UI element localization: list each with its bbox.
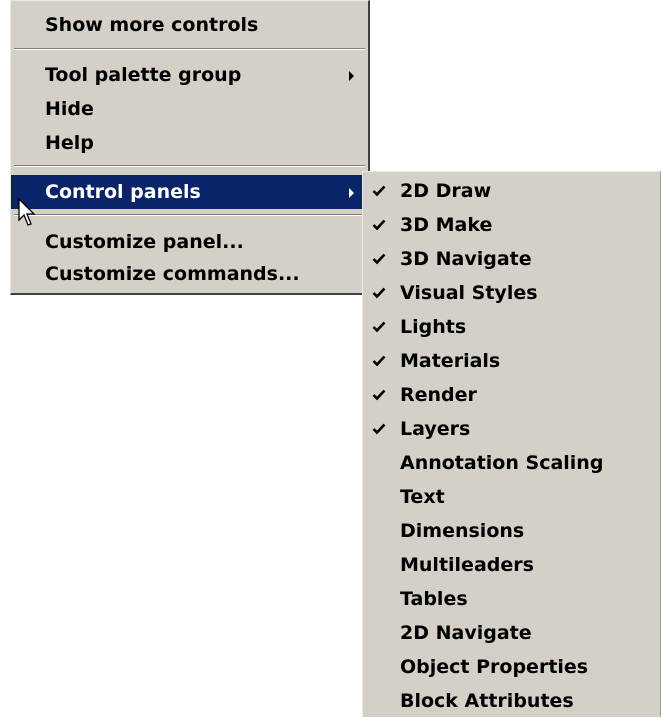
submenu-item-object-properties[interactable]: Object Properties: [363, 650, 660, 684]
menu-item-label: Customize panel...: [45, 231, 244, 253]
checkmark-icon: [372, 423, 386, 435]
submenu-item-label: Multileaders: [400, 554, 534, 576]
submenu-item-label: Dimensions: [400, 520, 525, 542]
submenu-item-visual-styles[interactable]: Visual Styles: [363, 276, 660, 310]
submenu-item-text[interactable]: Text: [363, 480, 660, 514]
checkmark-icon: [372, 253, 386, 265]
menu-item-label: Tool palette group: [45, 64, 242, 86]
menu-item-tool-palette-group[interactable]: Tool palette group: [11, 58, 368, 92]
menu-item-hide[interactable]: Hide: [11, 92, 368, 126]
submenu-item-block-attributes[interactable]: Block Attributes: [363, 684, 660, 718]
menu-item-customize-commands[interactable]: Customize commands...: [11, 257, 368, 291]
checkmark-icon: [372, 287, 386, 299]
control-panels-submenu: 2D Draw 3D Make 3D Navigate Visual Styles Li…: [362, 171, 661, 717]
submenu-item-layers[interactable]: Layers: [363, 412, 660, 446]
submenu-item-2d-draw[interactable]: 2D Draw: [363, 174, 660, 208]
context-menu: Show more controls Tool palette group Hi…: [10, 0, 370, 295]
checkmark-icon: [372, 185, 386, 197]
submenu-item-label: 3D Make: [400, 214, 493, 236]
menu-item-label: Show more controls: [45, 14, 259, 36]
submenu-item-label: Visual Styles: [400, 282, 538, 304]
menu-item-show-more-controls[interactable]: Show more controls: [11, 8, 368, 42]
submenu-item-label: Render: [400, 384, 477, 406]
checkmark-icon: [372, 389, 386, 401]
submenu-item-label: 2D Navigate: [400, 622, 532, 644]
menu-item-control-panels[interactable]: Control panels: [11, 175, 368, 209]
submenu-item-lights[interactable]: Lights: [363, 310, 660, 344]
checkmark-icon: [372, 355, 386, 367]
menu-item-label: Help: [45, 132, 94, 154]
menu-item-customize-panel[interactable]: Customize panel...: [11, 225, 368, 259]
submenu-arrow-icon: [349, 71, 354, 81]
submenu-item-label: Tables: [400, 588, 468, 610]
menu-item-label: Customize commands...: [45, 263, 300, 285]
submenu-item-2d-navigate[interactable]: 2D Navigate: [363, 616, 660, 650]
submenu-item-label: Block Attributes: [400, 690, 574, 712]
mouse-pointer-icon: [18, 198, 36, 226]
menu-separator: [14, 48, 365, 50]
submenu-item-render[interactable]: Render: [363, 378, 660, 412]
submenu-item-annotation-scaling[interactable]: Annotation Scaling: [363, 446, 660, 480]
submenu-item-label: Lights: [400, 316, 467, 338]
submenu-item-label: Materials: [400, 350, 501, 372]
checkmark-icon: [372, 321, 386, 333]
menu-item-help[interactable]: Help: [11, 126, 368, 160]
menu-separator: [14, 214, 365, 216]
menu-item-label: Control panels: [45, 181, 201, 203]
submenu-item-label: 2D Draw: [400, 180, 492, 202]
submenu-item-label: 3D Navigate: [400, 248, 532, 270]
submenu-item-label: Object Properties: [400, 656, 589, 678]
submenu-arrow-icon: [349, 188, 354, 198]
submenu-item-materials[interactable]: Materials: [363, 344, 660, 378]
submenu-item-3d-make[interactable]: 3D Make: [363, 208, 660, 242]
submenu-item-label: Text: [400, 486, 445, 508]
submenu-item-dimensions[interactable]: Dimensions: [363, 514, 660, 548]
checkmark-icon: [372, 219, 386, 231]
menu-item-label: Hide: [45, 98, 94, 120]
submenu-item-multileaders[interactable]: Multileaders: [363, 548, 660, 582]
submenu-item-label: Layers: [400, 418, 471, 440]
submenu-item-tables[interactable]: Tables: [363, 582, 660, 616]
submenu-item-label: Annotation Scaling: [400, 452, 604, 474]
menu-separator: [14, 165, 365, 167]
submenu-item-3d-navigate[interactable]: 3D Navigate: [363, 242, 660, 276]
